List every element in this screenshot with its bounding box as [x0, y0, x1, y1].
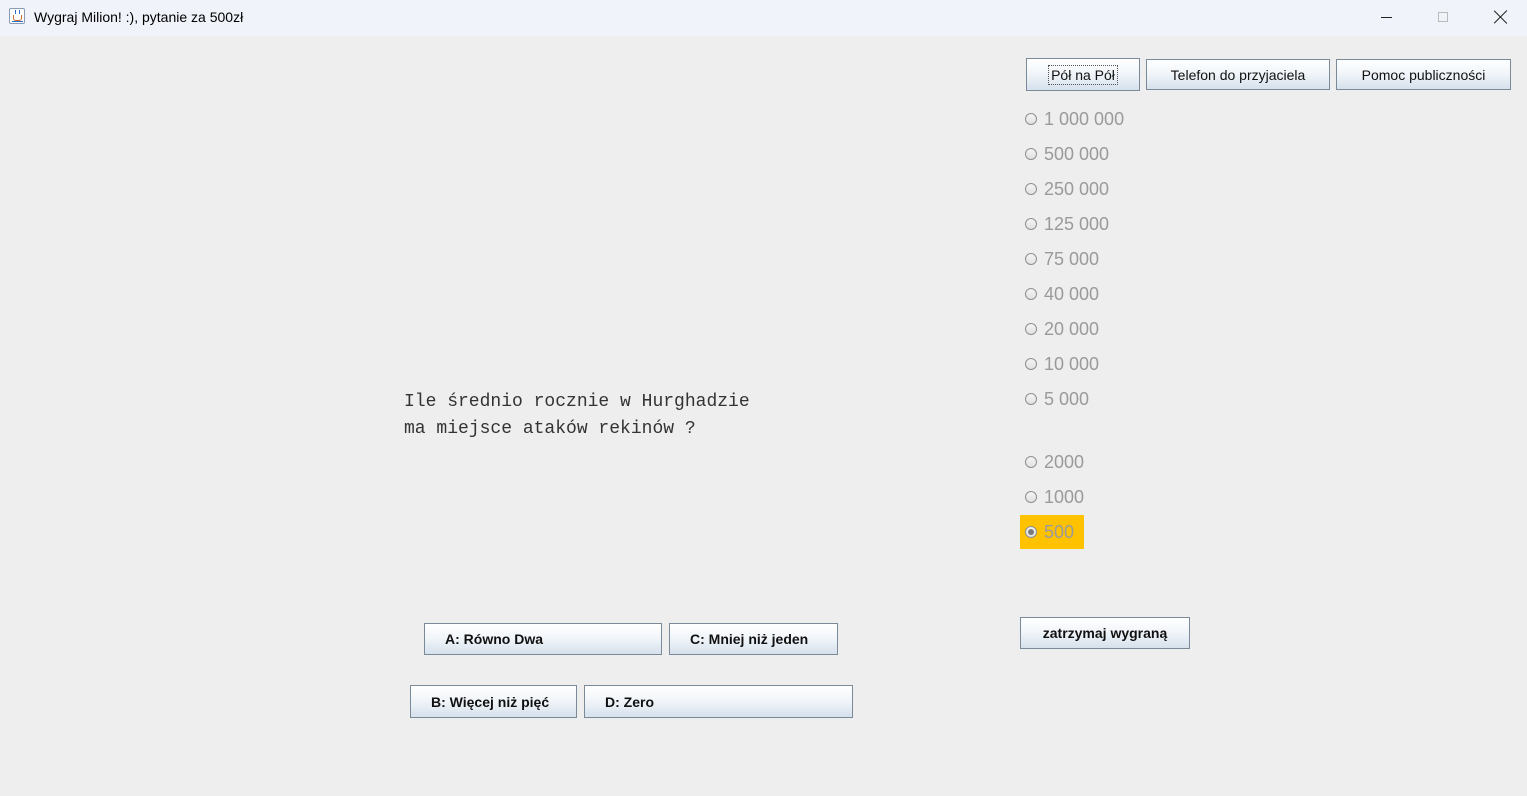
radio-icon: [1025, 393, 1037, 405]
minimize-icon: [1380, 16, 1392, 18]
prize-label: 1000: [1044, 486, 1085, 507]
prize-label: 1 000 000: [1044, 108, 1125, 129]
prize-label: 5 000: [1044, 388, 1090, 409]
prize-label: 2000: [1044, 451, 1085, 472]
radio-icon: [1025, 491, 1037, 503]
stop-and-keep-winnings-button[interactable]: zatrzymaj wygraną: [1020, 617, 1190, 649]
radio-selected-icon: [1025, 526, 1037, 538]
radio-icon: [1025, 323, 1037, 335]
radio-icon: [1025, 253, 1037, 265]
prize-radio-1000000[interactable]: 1 000 000: [1025, 108, 1124, 130]
answer-a-label: A: Równo Dwa: [445, 631, 543, 647]
answer-d-button[interactable]: D: Zero: [584, 685, 853, 718]
prize-label: 250 000: [1044, 178, 1110, 199]
radio-icon: [1025, 456, 1037, 468]
prize-label: 125 000: [1044, 213, 1110, 234]
prize-radio-10000[interactable]: 10 000: [1025, 353, 1099, 375]
prize-label: 75 000: [1044, 248, 1100, 269]
prize-radio-500[interactable]: 500: [1025, 521, 1074, 543]
question-text: Ile średnio rocznie w Hurghadzie ma miej…: [404, 389, 750, 443]
prize-radio-40000[interactable]: 40 000: [1025, 283, 1099, 305]
prize-radio-20000[interactable]: 20 000: [1025, 318, 1099, 340]
radio-icon: [1025, 358, 1037, 370]
question-line-1: Ile średnio rocznie w Hurghadzie: [404, 392, 750, 412]
answer-c-label: C: Mniej niż jeden: [690, 631, 809, 647]
minimize-button[interactable]: [1357, 0, 1415, 34]
question-line-2: ma miejsce ataków rekinów ?: [404, 419, 696, 439]
radio-icon: [1025, 113, 1037, 125]
close-button[interactable]: [1472, 0, 1527, 34]
prize-label: 500: [1044, 521, 1075, 542]
phone-friend-label: Telefon do przyjaciela: [1170, 66, 1306, 83]
audience-help-label: Pomoc publiczności: [1361, 66, 1486, 83]
maximize-icon: [1438, 12, 1448, 22]
window-title: Wygraj Milion! :), pytanie za 500zł: [34, 9, 244, 25]
audience-help-button[interactable]: Pomoc publiczności: [1336, 59, 1511, 90]
prize-label: 40 000: [1044, 283, 1100, 304]
title-bar: Wygraj Milion! :), pytanie za 500zł: [0, 0, 1527, 36]
prize-radio-5000[interactable]: 5 000: [1025, 388, 1089, 410]
prize-radio-250000[interactable]: 250 000: [1025, 178, 1109, 200]
answer-b-label: B: Więcej niż pięć: [431, 693, 550, 710]
prize-radio-125000[interactable]: 125 000: [1025, 213, 1109, 235]
fifty-fifty-button[interactable]: Pół na Pół: [1026, 58, 1140, 91]
phone-friend-button[interactable]: Telefon do przyjaciela: [1146, 59, 1330, 90]
prize-radio-1000[interactable]: 1000: [1025, 486, 1084, 508]
prize-radio-2000[interactable]: 2000: [1025, 451, 1084, 473]
prize-radio-75000[interactable]: 75 000: [1025, 248, 1099, 270]
fifty-fifty-label: Pół na Pół: [1048, 64, 1118, 85]
radio-icon: [1025, 148, 1037, 160]
radio-icon: [1025, 218, 1037, 230]
java-icon: [9, 8, 25, 24]
radio-icon: [1025, 288, 1037, 300]
radio-icon: [1025, 183, 1037, 195]
prize-label: 500 000: [1044, 143, 1110, 164]
close-icon: [1494, 10, 1508, 24]
answer-d-label: D: Zero: [605, 693, 654, 710]
maximize-button[interactable]: [1414, 0, 1472, 34]
stop-button-label: zatrzymaj wygraną: [1042, 625, 1168, 641]
answer-b-button[interactable]: B: Więcej niż pięć: [410, 685, 577, 718]
prize-radio-500000[interactable]: 500 000: [1025, 143, 1109, 165]
prize-label: 10 000: [1044, 353, 1100, 374]
answer-a-button[interactable]: A: Równo Dwa: [424, 623, 662, 655]
answer-c-button[interactable]: C: Mniej niż jeden: [669, 623, 838, 655]
prize-label: 20 000: [1044, 318, 1100, 339]
